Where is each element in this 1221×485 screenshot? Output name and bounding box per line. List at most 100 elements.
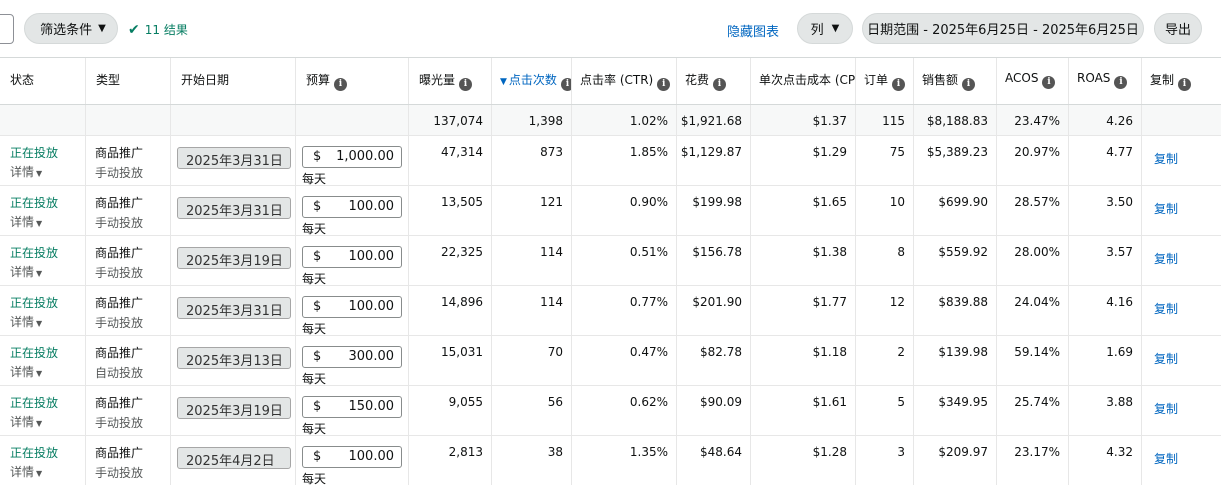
chevron-down-icon: ▼: [831, 23, 840, 34]
info-icon[interactable]: i: [1114, 76, 1128, 89]
header-orders[interactable]: 订单 i: [856, 58, 914, 104]
details-toggle[interactable]: 详情 ▼: [10, 413, 85, 430]
budget-period: 每天: [302, 272, 327, 286]
acos-cell: 24.04%: [997, 286, 1069, 335]
type-cell: 商品推广 手动投放: [86, 286, 171, 335]
header-roas[interactable]: ROAS i: [1069, 58, 1142, 104]
details-toggle[interactable]: 详情 ▼: [10, 313, 85, 330]
copy-link[interactable]: 复制: [1142, 236, 1221, 267]
filter-button[interactable]: 筛选条件 ▼: [24, 13, 118, 44]
header-budget[interactable]: 预算 i: [296, 58, 409, 104]
start-date-field[interactable]: 2025年3月31日: [177, 297, 291, 319]
header-impressions[interactable]: 曝光量 i: [409, 58, 492, 104]
toolbar: 筛选条件 ▼ ✔ 11 结果 隐藏图表 列 ▼ 日期范围 - 2025年6月25…: [0, 0, 1221, 57]
copy-cell: 复制: [1142, 236, 1221, 285]
copy-link[interactable]: 复制: [1142, 436, 1221, 467]
budget-input[interactable]: $100.00: [302, 296, 402, 318]
details-toggle[interactable]: 详情 ▼: [10, 213, 85, 230]
start-date-field[interactable]: 2025年3月13日: [177, 347, 291, 369]
table-row: 正在投放 详情 ▼ 商品推广 手动投放 2025年3月31日 $100.00 每天 13,505…: [0, 186, 1221, 236]
header-copy-label: 复制: [1150, 73, 1175, 87]
header-sales-label: 销售额: [922, 73, 959, 87]
header-cpc[interactable]: 单次点击成本 (CPC: [751, 58, 856, 104]
info-icon[interactable]: i: [1042, 76, 1056, 89]
info-icon[interactable]: i: [334, 78, 348, 91]
header-type[interactable]: 类型: [86, 58, 171, 104]
impressions-cell: 14,896: [409, 286, 492, 335]
start-date-field[interactable]: 2025年3月19日: [177, 397, 291, 419]
copy-link[interactable]: 复制: [1142, 186, 1221, 217]
start-date-cell: 2025年3月31日: [171, 136, 296, 185]
start-date-cell: 2025年4月2日: [171, 436, 296, 485]
copy-link[interactable]: 复制: [1142, 286, 1221, 317]
hide-chart-link[interactable]: 隐藏图表: [727, 21, 779, 40]
type-cell: 商品推广 手动投放: [86, 436, 171, 485]
spend-cell: $1,129.87: [677, 136, 751, 185]
start-date-field[interactable]: 2025年3月31日: [177, 147, 291, 169]
info-icon[interactable]: i: [892, 78, 906, 91]
copy-link[interactable]: 复制: [1142, 136, 1221, 167]
sales-cell: $699.90: [914, 186, 997, 235]
start-date-field[interactable]: 2025年4月2日: [177, 447, 291, 469]
budget-input[interactable]: $100.00: [302, 246, 402, 268]
details-toggle[interactable]: 详情 ▼: [10, 463, 85, 480]
header-acos[interactable]: ACOS i: [997, 58, 1069, 104]
details-label: 详情: [10, 165, 35, 179]
impressions-cell: 9,055: [409, 386, 492, 435]
copy-link[interactable]: 复制: [1142, 386, 1221, 417]
copy-link[interactable]: 复制: [1142, 336, 1221, 367]
header-sales[interactable]: 销售额 i: [914, 58, 997, 104]
currency-symbol: $: [313, 149, 322, 164]
cpc-cell: $1.65: [751, 186, 856, 235]
header-spend[interactable]: 花费 i: [677, 58, 751, 104]
budget-input[interactable]: $300.00: [302, 346, 402, 368]
copy-cell: 复制: [1142, 286, 1221, 335]
export-button[interactable]: 导出: [1154, 13, 1202, 44]
header-status[interactable]: 状态: [0, 58, 86, 104]
budget-input[interactable]: $100.00: [302, 446, 402, 468]
orders-cell: 75: [856, 136, 914, 185]
details-toggle[interactable]: 详情 ▼: [10, 263, 85, 280]
header-clicks[interactable]: ▼ 点击次数 i: [492, 58, 572, 104]
acos-cell: 20.97%: [997, 136, 1069, 185]
info-icon[interactable]: i: [459, 78, 473, 91]
spend-cell: $48.64: [677, 436, 751, 485]
info-icon[interactable]: i: [1178, 78, 1192, 91]
cpc-cell: $1.38: [751, 236, 856, 285]
start-date-cell: 2025年3月13日: [171, 336, 296, 385]
budget-input[interactable]: $1,000.00: [302, 146, 402, 168]
targeting-type: 手动投放: [95, 316, 144, 330]
caret-down-icon: ▼: [36, 419, 43, 428]
header-ctr-label: 点击率 (CTR): [580, 73, 654, 87]
roas-cell: 3.57: [1069, 236, 1142, 285]
info-icon[interactable]: i: [657, 78, 671, 91]
ctr-cell: 1.35%: [572, 436, 677, 485]
table-header: 状态 类型 开始日期 预算 i 曝光量 i ▼ 点击次数 i 点击率 (CTR) i 花费…: [0, 58, 1221, 105]
ad-type: 商品推广: [95, 446, 144, 460]
budget-period: 每天: [302, 422, 327, 436]
info-icon[interactable]: i: [962, 78, 976, 91]
copy-cell: 复制: [1142, 386, 1221, 435]
budget-input[interactable]: $150.00: [302, 396, 402, 418]
header-orders-label: 订单: [864, 73, 889, 87]
info-icon[interactable]: i: [713, 78, 727, 91]
info-icon[interactable]: i: [560, 78, 571, 91]
details-toggle[interactable]: 详情 ▼: [10, 363, 85, 380]
header-ctr[interactable]: 点击率 (CTR) i: [572, 58, 677, 104]
details-toggle[interactable]: 详情 ▼: [10, 163, 85, 180]
columns-button[interactable]: 列 ▼: [797, 13, 853, 44]
ad-type: 商品推广: [95, 346, 144, 360]
budget-period: 每天: [302, 222, 327, 236]
status-text: 正在投放: [10, 446, 59, 460]
sales-cell: $839.88: [914, 286, 997, 335]
start-date-field[interactable]: 2025年3月19日: [177, 247, 291, 269]
search-input[interactable]: [0, 14, 14, 44]
budget-input[interactable]: $100.00: [302, 196, 402, 218]
date-range-button[interactable]: 日期范围 - 2025年6月25日 - 2025年6月25日: [862, 13, 1144, 44]
ctr-cell: 1.85%: [572, 136, 677, 185]
budget-amount: 1,000.00: [336, 149, 394, 164]
header-start-date[interactable]: 开始日期: [171, 58, 296, 104]
start-date-field[interactable]: 2025年3月31日: [177, 197, 291, 219]
table-row: 正在投放 详情 ▼ 商品推广 手动投放 2025年3月19日 $150.00 每天 9,055 5…: [0, 386, 1221, 436]
ctr-cell: 0.51%: [572, 236, 677, 285]
